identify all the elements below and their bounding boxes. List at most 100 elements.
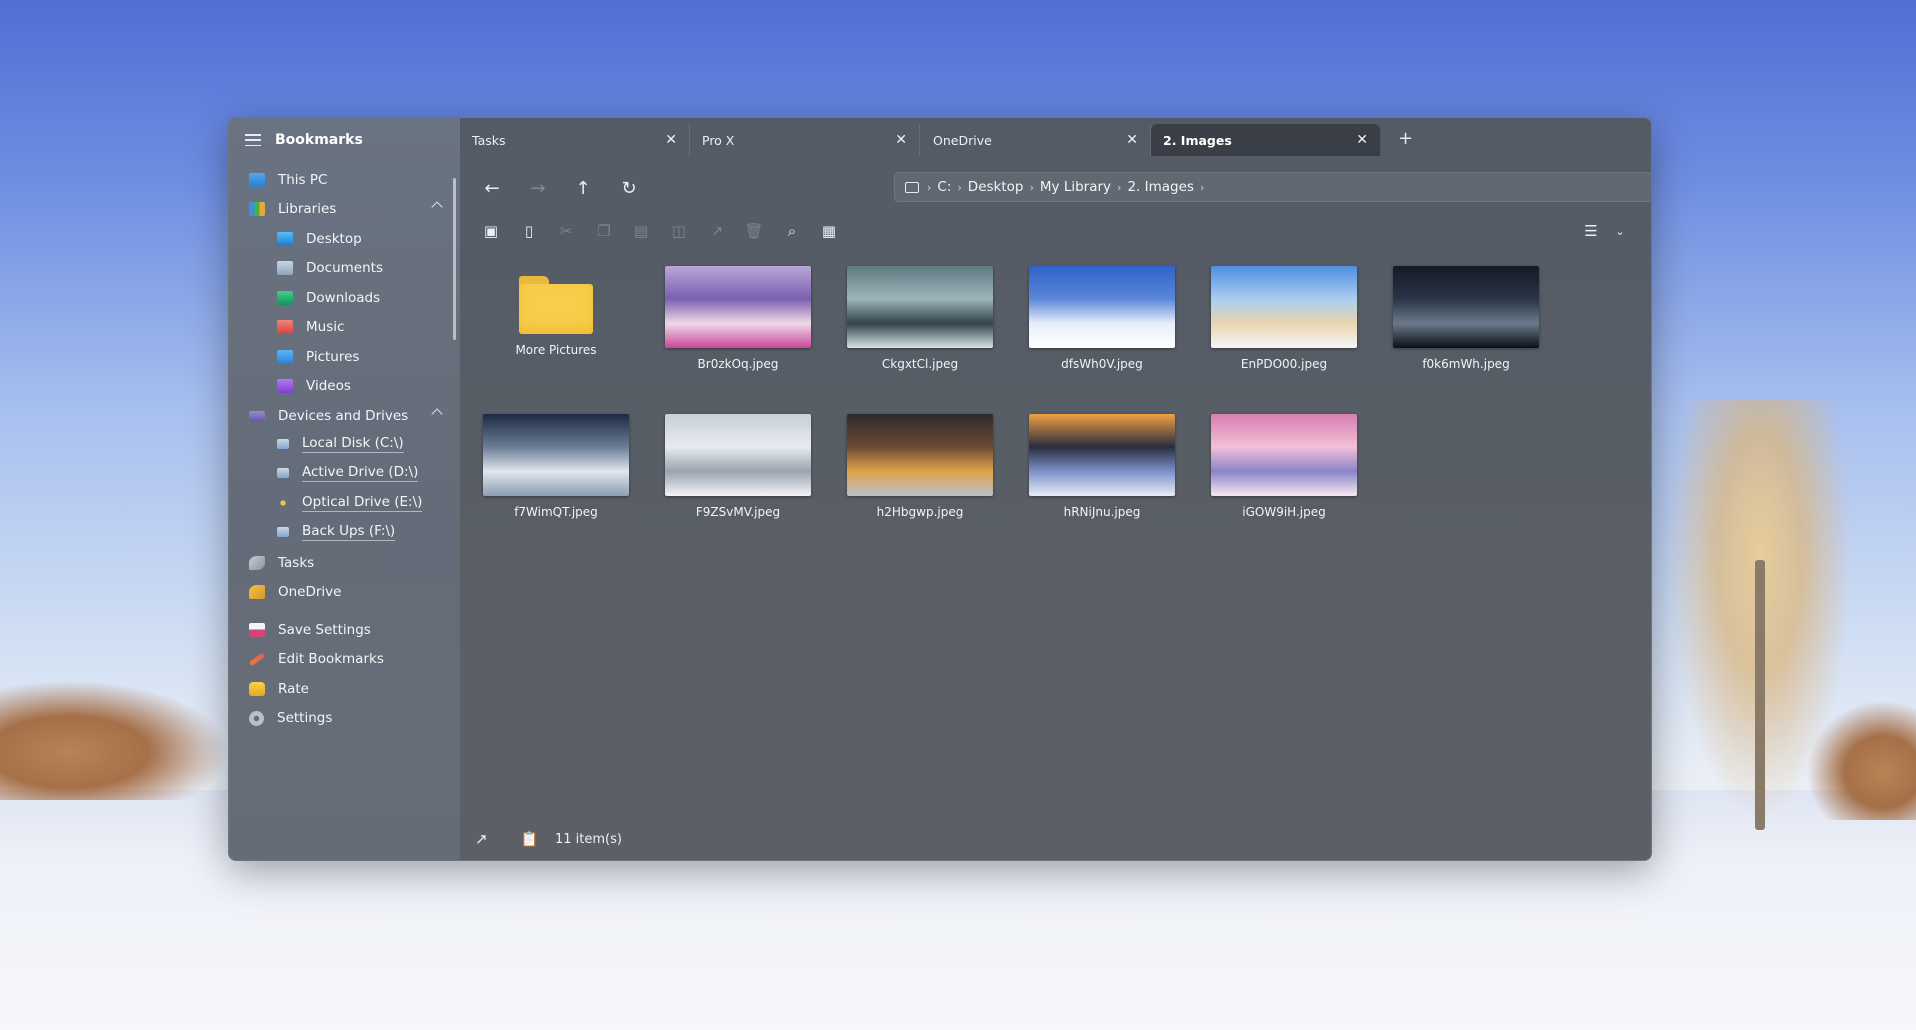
new-folder-icon[interactable]: ▣	[480, 222, 502, 240]
libraries-icon	[249, 202, 265, 216]
desktop-icon	[277, 232, 293, 246]
up-arrow-icon[interactable]: ↑	[571, 178, 595, 199]
paste-icon[interactable]: ▤	[630, 222, 652, 240]
sidebar-item-settings[interactable]: Settings	[229, 703, 451, 733]
sidebar-scrollbar[interactable]	[453, 178, 456, 340]
folder-item[interactable]: More Pictures	[482, 262, 630, 382]
close-tab-icon[interactable]: ✕	[1126, 132, 1138, 148]
wallpaper-tree	[1660, 400, 1860, 840]
image-file-item[interactable]: CkgxtCl.jpeg	[846, 262, 994, 382]
image-file-item[interactable]: f0k6mWh.jpeg	[1392, 262, 1540, 382]
font-icon[interactable]: A	[1646, 222, 1651, 240]
clipboard-icon[interactable]: 📋	[520, 830, 539, 848]
file-name: F9ZSvMV.jpeg	[695, 505, 781, 519]
sidebar-item-edit-bookmarks[interactable]: Edit Bookmarks	[229, 644, 451, 674]
cut-icon[interactable]: ✂	[555, 222, 577, 240]
sidebar-item-onedrive[interactable]: OneDrive	[229, 577, 451, 607]
terminal-icon[interactable]: ▦	[818, 222, 840, 240]
sidebar-item-label: Devices and Drives	[278, 408, 409, 424]
file-name: dfsWh0V.jpeg	[1061, 357, 1143, 371]
new-file-icon[interactable]: ▯	[518, 222, 540, 240]
sidebar-item-libraries[interactable]: Libraries	[229, 194, 451, 224]
navigation-row: ← → ↑ ↻ › C: › Desktop › My Library › 2.…	[460, 172, 1651, 208]
search-icon[interactable]: ⌕	[781, 222, 803, 240]
forward-arrow-icon[interactable]: →	[526, 178, 550, 199]
address-bar[interactable]: › C: › Desktop › My Library › 2. Images …	[894, 172, 1651, 202]
image-file-item[interactable]: hRNiJnu.jpeg	[1028, 410, 1176, 530]
image-file-item[interactable]: Br0zkOq.jpeg	[664, 262, 812, 382]
sidebar-item-rate[interactable]: Rate	[229, 674, 451, 704]
tab-label: Pro X	[702, 132, 735, 148]
sidebar-item-save-settings[interactable]: Save Settings	[229, 615, 451, 645]
tab-bar: Tasks ✕ Pro X ✕ OneDrive ✕ 2. Images ✕ +…	[460, 118, 1651, 158]
sidebar-item-videos[interactable]: Videos	[229, 371, 451, 401]
image-file-item[interactable]: h2Hbgwp.jpeg	[846, 410, 994, 530]
file-name: iGOW9iH.jpeg	[1242, 505, 1326, 519]
image-thumbnail	[1029, 266, 1175, 348]
sidebar-item-pictures[interactable]: Pictures	[229, 342, 451, 372]
tab-pro-x[interactable]: Pro X ✕	[690, 124, 920, 156]
close-tab-icon[interactable]: ✕	[1356, 132, 1368, 148]
sidebar-item-optical-drive-e[interactable]: Optical Drive (E:\)	[229, 488, 451, 518]
breadcrumb-item[interactable]: Desktop	[968, 179, 1024, 195]
sidebar-item-label: Desktop	[306, 231, 362, 247]
delete-icon[interactable]: 🗑	[743, 222, 765, 240]
image-file-item[interactable]: F9ZSvMV.jpeg	[664, 410, 812, 530]
drive-icon	[277, 527, 289, 537]
sidebar-item-music[interactable]: Music	[229, 312, 451, 342]
share-icon[interactable]: ↗	[706, 222, 728, 240]
file-grid: More Pictures Br0zkOq.jpeg CkgxtCl.jpeg dfs…	[460, 262, 1651, 820]
tab-tasks[interactable]: Tasks ✕	[460, 124, 690, 156]
sidebar-header: Bookmarks	[229, 118, 460, 162]
devices-icon	[249, 411, 265, 421]
sidebar-item-desktop[interactable]: Desktop	[229, 224, 451, 254]
wallpaper-tree-trunk	[1755, 560, 1765, 830]
image-file-item[interactable]: f7WimQT.jpeg	[482, 410, 630, 530]
chevron-up-icon[interactable]	[431, 408, 443, 420]
chevron-right-icon: ›	[1117, 180, 1122, 194]
action-toolbar: ▣ ▯ ✂ ❐ ▤ ◫ ↗ 🗑 ⌕ ▦ ☰ ⌄ A ⌄ ⏏ ▦ ⌄	[460, 222, 1651, 246]
tab-onedrive[interactable]: OneDrive ✕	[921, 124, 1151, 156]
image-file-item[interactable]: dfsWh0V.jpeg	[1028, 262, 1176, 382]
breadcrumb-item[interactable]: My Library	[1040, 179, 1111, 195]
sidebar-item-label: Libraries	[278, 201, 337, 217]
breadcrumb-item[interactable]: 2. Images	[1127, 179, 1194, 195]
sidebar-item-label: OneDrive	[278, 584, 342, 600]
close-tab-icon[interactable]: ✕	[895, 132, 907, 148]
image-file-item[interactable]: EnPDO00.jpeg	[1210, 262, 1358, 382]
back-arrow-icon[interactable]: ←	[480, 178, 504, 199]
file-name: f7WimQT.jpeg	[514, 505, 598, 519]
expand-arrow-icon[interactable]: ↗	[475, 830, 488, 848]
sidebar-item-local-disk-c[interactable]: Local Disk (C:\)	[229, 429, 451, 459]
image-file-item[interactable]: iGOW9iH.jpeg	[1210, 410, 1358, 530]
sidebar-item-back-ups-f[interactable]: Back Ups (F:\)	[229, 517, 451, 547]
sidebar-item-documents[interactable]: Documents	[229, 253, 451, 283]
breadcrumb-item[interactable]: C:	[937, 179, 951, 195]
tab-2-images[interactable]: 2. Images ✕	[1151, 124, 1381, 156]
image-thumbnail	[665, 414, 811, 496]
chevron-down-icon[interactable]: ⌄	[1609, 225, 1631, 238]
refresh-icon[interactable]: ↻	[617, 178, 641, 199]
hamburger-menu-icon[interactable]	[245, 134, 261, 146]
new-tab-icon[interactable]: +	[1398, 128, 1413, 149]
chevron-up-icon[interactable]	[431, 201, 443, 213]
wallpaper-trees-right	[1806, 700, 1916, 820]
sidebar-item-downloads[interactable]: Downloads	[229, 283, 451, 313]
sidebar-item-active-drive-d[interactable]: Active Drive (D:\)	[229, 458, 451, 488]
sidebar-item-devices-and-drives[interactable]: Devices and Drives	[229, 401, 451, 431]
rename-icon[interactable]: ◫	[668, 222, 690, 240]
item-count: 11 item(s)	[555, 832, 622, 847]
computer-icon	[249, 173, 265, 187]
status-bar: ↗ 📋 11 item(s)	[460, 820, 1651, 860]
sort-icon[interactable]: ☰	[1580, 222, 1602, 240]
file-name: CkgxtCl.jpeg	[881, 357, 959, 371]
gear-icon	[249, 710, 264, 726]
image-thumbnail	[1211, 414, 1357, 496]
close-tab-icon[interactable]: ✕	[665, 132, 677, 148]
sidebar-item-label: Save Settings	[278, 622, 371, 638]
copy-icon[interactable]: ❐	[593, 222, 615, 240]
videos-icon	[277, 379, 293, 393]
sidebar-item-this-pc[interactable]: This PC	[229, 165, 451, 195]
sidebar-item-tasks[interactable]: Tasks	[229, 548, 451, 578]
image-thumbnail	[1029, 414, 1175, 496]
